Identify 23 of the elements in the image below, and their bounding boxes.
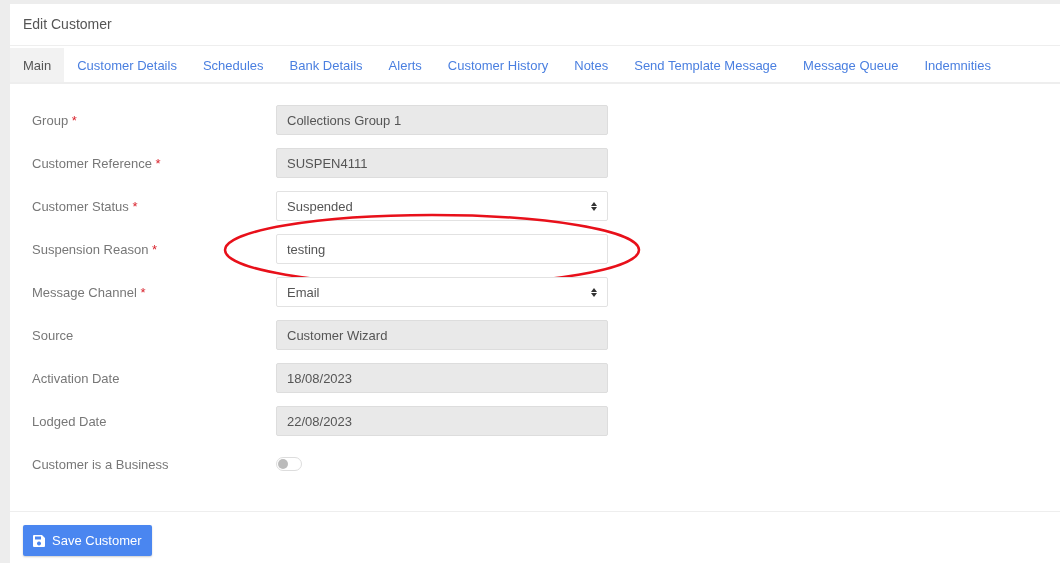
field-label: Customer Reference * [32,155,162,171]
select-field[interactable]: Email [276,277,608,307]
toggle-switch[interactable] [276,457,302,471]
input-field[interactable]: Customer Wizard [276,320,608,350]
sort-caret-icon [591,287,597,297]
input-field[interactable]: testing [276,234,608,264]
select-field[interactable]: Suspended [276,191,608,221]
input-field[interactable]: Collections Group 1 [276,105,608,135]
field-label: Customer Status * [32,198,139,214]
field-label: Customer is a Business [32,456,170,472]
save-button[interactable]: Save Customer [23,525,152,556]
sort-caret-icon [591,201,597,211]
input-field[interactable]: SUSPEN4111 [276,148,608,178]
tab[interactable]: Main [10,48,65,82]
field-label: Source [32,327,75,343]
page-title: Edit Customer [10,4,1060,46]
field-label: Group * [32,112,78,128]
field-label: Suspension Reason * [32,241,159,257]
field-label: Activation Date [32,370,121,386]
input-field[interactable]: 18/08/2023 [276,363,608,393]
field-label: Lodged Date [32,413,108,429]
field-label: Message Channel * [32,284,147,300]
input-field[interactable]: 22/08/2023 [276,406,608,436]
